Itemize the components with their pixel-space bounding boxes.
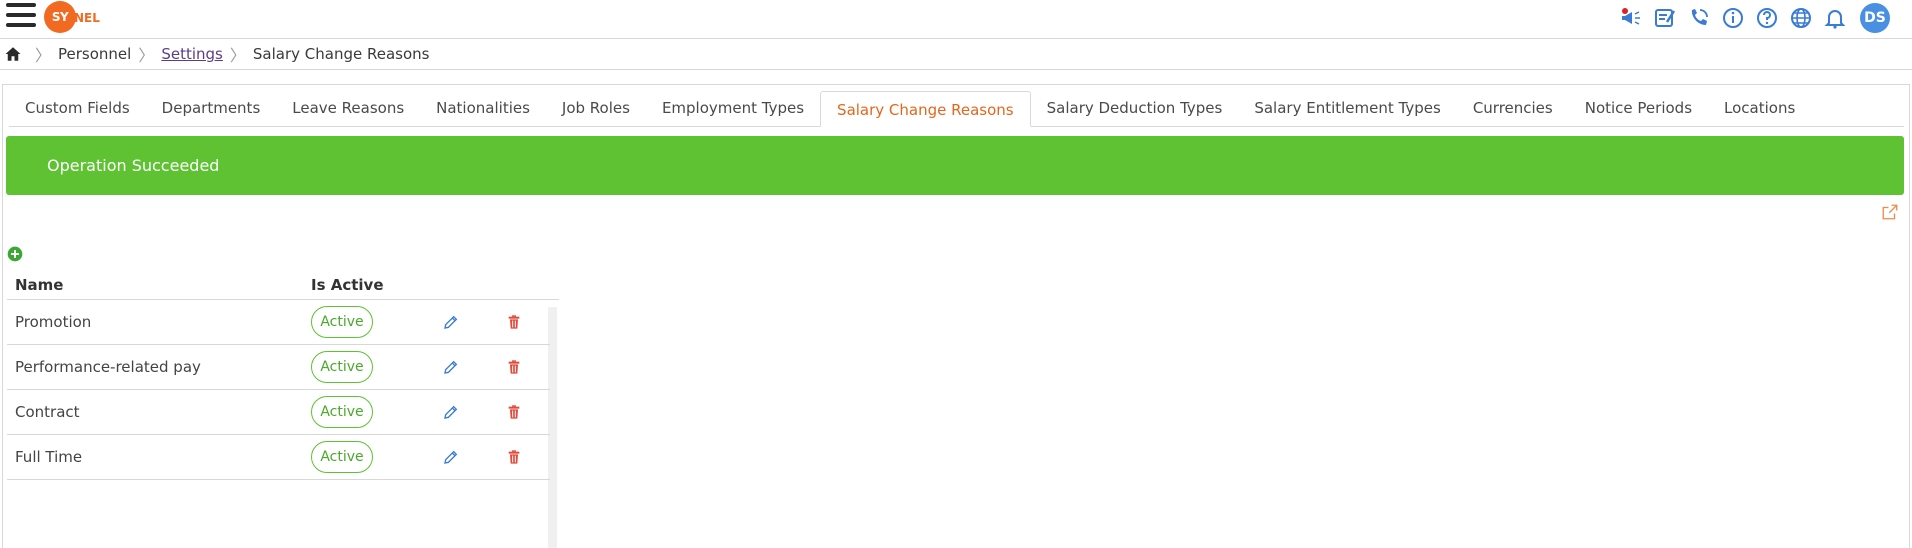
settings-tabs: Custom Fields Departments Leave Reasons … bbox=[9, 91, 1904, 127]
table-row: Promotion Active bbox=[7, 300, 550, 345]
tab-salary-entitlement-types[interactable]: Salary Entitlement Types bbox=[1238, 90, 1456, 126]
top-bar: SY NEL DS bbox=[0, 0, 1912, 35]
edit-button[interactable] bbox=[413, 314, 489, 330]
export-icon[interactable] bbox=[1881, 203, 1899, 221]
breadcrumb-separator: 〉 bbox=[138, 46, 155, 65]
row-name: Promotion bbox=[15, 313, 92, 331]
edit-button[interactable] bbox=[413, 449, 489, 465]
tab-leave-reasons[interactable]: Leave Reasons bbox=[276, 90, 420, 126]
add-icon[interactable] bbox=[7, 246, 23, 262]
delete-button[interactable] bbox=[489, 449, 539, 465]
breadcrumb-separator: 〉 bbox=[229, 46, 246, 65]
help-icon[interactable] bbox=[1750, 3, 1784, 33]
trash-icon bbox=[508, 405, 520, 419]
breadcrumb-item-settings[interactable]: Settings bbox=[161, 45, 223, 63]
edit-button[interactable] bbox=[413, 404, 489, 420]
tab-nationalities[interactable]: Nationalities bbox=[420, 90, 546, 126]
delete-button[interactable] bbox=[489, 404, 539, 420]
menu-icon[interactable] bbox=[6, 3, 36, 31]
logo-circle: SY bbox=[44, 1, 76, 33]
row-name: Performance-related pay bbox=[15, 358, 201, 376]
delete-button[interactable] bbox=[489, 359, 539, 375]
table-row: Full Time Active bbox=[7, 435, 550, 480]
top-icons: DS bbox=[1614, 0, 1912, 35]
pencil-icon bbox=[444, 450, 458, 464]
pencil-icon bbox=[444, 405, 458, 419]
logo[interactable]: SY NEL bbox=[44, 1, 100, 33]
status-badge: Active bbox=[311, 441, 373, 473]
breadcrumb-separator: 〉 bbox=[35, 46, 52, 65]
megaphone-icon[interactable] bbox=[1614, 3, 1648, 33]
row-status-cell: Active bbox=[311, 351, 413, 383]
avatar[interactable]: DS bbox=[1860, 2, 1890, 33]
status-badge: Active bbox=[311, 306, 373, 338]
main-panel: Custom Fields Departments Leave Reasons … bbox=[2, 84, 1910, 548]
tab-notice-periods[interactable]: Notice Periods bbox=[1569, 90, 1708, 126]
tab-salary-deduction-types[interactable]: Salary Deduction Types bbox=[1031, 90, 1239, 126]
globe-icon[interactable] bbox=[1784, 3, 1818, 33]
reasons-grid: Name Is Active Promotion Active Performa… bbox=[7, 271, 559, 480]
info-icon[interactable] bbox=[1716, 3, 1750, 33]
status-badge: Active bbox=[311, 351, 373, 383]
breadcrumb-item-current: Salary Change Reasons bbox=[252, 45, 430, 63]
row-name: Full Time bbox=[15, 448, 83, 466]
tab-custom-fields[interactable]: Custom Fields bbox=[9, 90, 146, 126]
phone-icon[interactable] bbox=[1682, 3, 1716, 33]
column-header-is-active[interactable]: Is Active bbox=[311, 276, 411, 294]
row-status-cell: Active bbox=[311, 441, 413, 473]
row-name: Contract bbox=[15, 403, 80, 421]
tab-departments[interactable]: Departments bbox=[146, 90, 277, 126]
bell-icon[interactable] bbox=[1818, 3, 1852, 33]
row-status-cell: Active bbox=[311, 306, 413, 338]
column-header-name[interactable]: Name bbox=[7, 276, 311, 294]
edit-button[interactable] bbox=[413, 359, 489, 375]
tab-currencies[interactable]: Currencies bbox=[1457, 90, 1569, 126]
breadcrumb-item-personnel[interactable]: Personnel bbox=[58, 45, 131, 63]
trash-icon bbox=[508, 450, 520, 464]
tab-salary-change-reasons[interactable]: Salary Change Reasons bbox=[820, 91, 1031, 127]
tab-job-roles[interactable]: Job Roles bbox=[546, 90, 646, 126]
breadcrumb: 〉 Personnel 〉 Settings 〉 Salary Change R… bbox=[0, 38, 1912, 70]
table-row: Performance-related pay Active bbox=[7, 345, 550, 390]
pencil-icon bbox=[444, 315, 458, 329]
pencil-icon bbox=[444, 360, 458, 374]
tab-locations[interactable]: Locations bbox=[1708, 90, 1811, 126]
grid-header: Name Is Active bbox=[7, 271, 559, 300]
delete-button[interactable] bbox=[489, 314, 539, 330]
row-status-cell: Active bbox=[311, 396, 413, 428]
tab-employment-types[interactable]: Employment Types bbox=[646, 90, 820, 126]
trash-icon bbox=[508, 360, 520, 374]
table-row: Contract Active bbox=[7, 390, 550, 435]
trash-icon bbox=[508, 315, 520, 329]
home-icon[interactable] bbox=[4, 45, 22, 63]
status-badge: Active bbox=[311, 396, 373, 428]
success-alert: Operation Succeeded bbox=[6, 136, 1904, 195]
logo-tail: NEL bbox=[74, 11, 100, 25]
notes-icon[interactable] bbox=[1648, 3, 1682, 33]
